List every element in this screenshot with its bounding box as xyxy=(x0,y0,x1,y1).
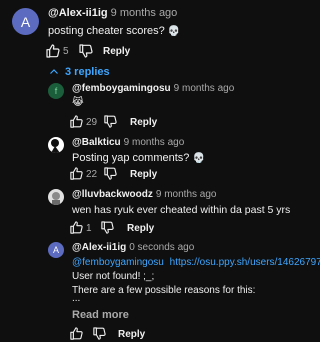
dislike-button[interactable] xyxy=(100,220,115,235)
avatar[interactable] xyxy=(48,137,64,153)
reply-author[interactable]: @Alex-ii1ig 0 seconds ago xyxy=(72,242,194,253)
thumb-down-icon xyxy=(104,115,117,128)
reply-button[interactable]: Reply xyxy=(118,329,145,340)
reply-button[interactable]: Reply xyxy=(127,223,154,234)
thumb-up-icon xyxy=(70,327,83,340)
thumb-down-icon xyxy=(79,44,93,58)
thumb-up-icon xyxy=(46,44,60,58)
like-button[interactable] xyxy=(45,43,61,59)
like-count: 22 xyxy=(86,169,98,180)
chevron-up-icon xyxy=(50,69,58,74)
reply-timestamp[interactable]: 9 months ago xyxy=(156,189,217,200)
avatar-figure-icon xyxy=(51,139,60,153)
like-button[interactable] xyxy=(69,220,84,235)
dislike-button[interactable] xyxy=(92,326,107,341)
reply-button[interactable]: Reply xyxy=(103,46,130,57)
reply-timestamp[interactable]: 0 seconds ago xyxy=(129,242,194,253)
reply-text-line1: @femboygamingosu https://osu.ppy.sh/user… xyxy=(72,257,320,268)
comment-text: posting cheater scores? 💀 xyxy=(48,25,181,37)
reply-author[interactable]: @Balkticu 9 months ago xyxy=(72,137,184,148)
reply-button[interactable]: Reply xyxy=(130,117,157,128)
comment-author[interactable]: @Alex-ii1ig 9 months ago xyxy=(48,7,177,19)
like-count: 29 xyxy=(86,117,98,128)
avatar[interactable]: f xyxy=(48,83,64,99)
reply-timestamp[interactable]: 9 months ago xyxy=(124,137,185,148)
avatar[interactable] xyxy=(48,189,64,205)
like-button[interactable] xyxy=(69,326,84,341)
skull-icon: 💀 xyxy=(167,26,181,37)
like-count: 5 xyxy=(63,46,69,57)
thumb-up-icon xyxy=(70,221,83,234)
reply-text: Posting yap comments? 💀 xyxy=(72,152,205,164)
comment-timestamp[interactable]: 9 months ago xyxy=(111,7,178,19)
read-more-button[interactable]: Read more xyxy=(72,309,129,321)
like-button[interactable] xyxy=(69,166,84,181)
dislike-button[interactable] xyxy=(103,166,118,181)
thumb-down-icon xyxy=(104,167,117,180)
replies-toggle-label: 3 replies xyxy=(65,66,110,78)
dislike-button[interactable] xyxy=(103,114,118,129)
mention-link[interactable]: @femboygamingosu xyxy=(72,257,164,268)
skull-icon: 💀 xyxy=(192,153,205,164)
like-button[interactable] xyxy=(69,114,84,129)
thumb-up-icon xyxy=(70,115,83,128)
replies-toggle[interactable]: 3 replies xyxy=(48,66,110,78)
reply-text-line3: There are a few possible reasons for thi… xyxy=(72,285,256,296)
reply-button[interactable]: Reply xyxy=(130,169,157,180)
reply-text-line4: ... xyxy=(72,293,81,304)
profile-link[interactable]: https://osu.ppy.sh/users/14626797 xyxy=(170,257,320,268)
reply-timestamp[interactable]: 9 months ago xyxy=(174,83,235,94)
thumb-down-icon xyxy=(93,327,106,340)
avatar-face-icon xyxy=(52,192,60,205)
thumb-up-icon xyxy=(70,167,83,180)
dislike-button[interactable] xyxy=(78,43,94,59)
avatar[interactable]: A xyxy=(48,242,64,258)
reply-text-line2: User not found! ;_; xyxy=(72,271,155,282)
thumb-down-icon xyxy=(101,221,114,234)
like-count: 1 xyxy=(86,223,92,234)
reply-author[interactable]: @femboygamingosu 9 months ago xyxy=(72,83,234,94)
reply-text: 😹 xyxy=(72,97,84,108)
reply-author[interactable]: @lluvbackwoodz 9 months ago xyxy=(72,189,216,200)
avatar[interactable]: A xyxy=(12,8,39,35)
reply-text: wen has ryuk ever cheated within da past… xyxy=(72,204,291,216)
